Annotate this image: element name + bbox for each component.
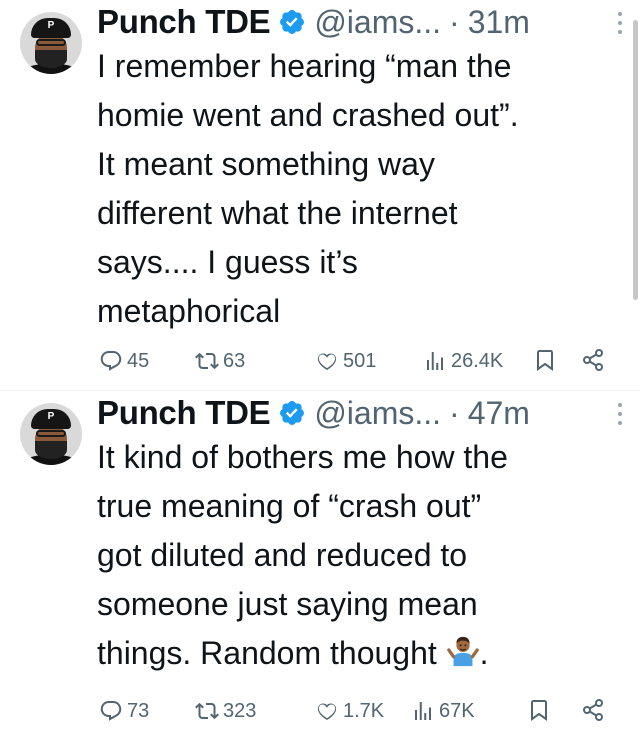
timestamp[interactable]: 31m bbox=[468, 4, 530, 41]
like-icon bbox=[317, 353, 337, 370]
avatar-glasses bbox=[36, 430, 66, 437]
like-button[interactable]: 1.7K bbox=[315, 696, 384, 726]
views-count: 67K bbox=[439, 699, 475, 722]
reply-button[interactable]: 45 bbox=[99, 346, 149, 376]
tweet-actions: 73 323 1.7K 67K bbox=[97, 696, 617, 726]
avatar-beard bbox=[35, 441, 67, 459]
author-handle[interactable]: @iams... bbox=[314, 4, 441, 41]
reply-count: 45 bbox=[127, 349, 150, 372]
reply-button[interactable]: 73 bbox=[99, 696, 149, 726]
tweet-card[interactable]: P Punch TDE @iams... · 47m It kind of bo… bbox=[0, 391, 640, 739]
repost-count: 63 bbox=[223, 349, 246, 372]
more-options-icon[interactable] bbox=[616, 403, 624, 429]
avatar-cap-letter: P bbox=[47, 20, 55, 31]
tweet-actions: 45 63 501 26.4K bbox=[97, 346, 617, 376]
like-count: 1.7K bbox=[343, 699, 385, 722]
avatar-cap: P bbox=[31, 18, 71, 38]
reply-icon bbox=[100, 351, 122, 371]
reply-count: 73 bbox=[127, 699, 150, 722]
scrollbar[interactable] bbox=[633, 20, 638, 300]
separator-dot: · bbox=[449, 3, 460, 40]
views-icon bbox=[415, 702, 431, 720]
author-name[interactable]: Punch TDE bbox=[97, 394, 271, 432]
tweet-header: Punch TDE @iams... · 31m bbox=[97, 2, 530, 42]
like-icon bbox=[317, 703, 337, 720]
bookmark-icon[interactable] bbox=[533, 348, 557, 372]
separator-dot: · bbox=[449, 394, 460, 431]
tweet-text-end: . bbox=[479, 635, 489, 671]
share-icon[interactable] bbox=[581, 698, 605, 722]
views-count: 26.4K bbox=[451, 349, 504, 372]
views-icon bbox=[427, 352, 443, 370]
verified-badge-icon bbox=[280, 401, 305, 425]
avatar[interactable]: P bbox=[20, 403, 82, 465]
repost-button[interactable]: 63 bbox=[195, 346, 245, 376]
repost-icon bbox=[195, 352, 219, 370]
avatar[interactable]: P bbox=[20, 12, 82, 74]
tweet-text: I remember hearing “man the homie went a… bbox=[97, 48, 519, 329]
more-options-icon[interactable] bbox=[616, 12, 624, 38]
avatar-cap: P bbox=[31, 409, 71, 429]
share-icon[interactable] bbox=[581, 348, 605, 372]
avatar-cap-letter: P bbox=[47, 411, 55, 422]
repost-icon bbox=[195, 702, 219, 720]
avatar-glasses bbox=[36, 39, 66, 46]
tweet-header: Punch TDE @iams... · 47m bbox=[97, 393, 530, 433]
tweet-text: It kind of bothers me how the true meani… bbox=[97, 433, 617, 678]
views-button[interactable]: 26.4K bbox=[423, 346, 503, 376]
repost-count: 323 bbox=[223, 699, 257, 722]
timestamp[interactable]: 47m bbox=[468, 395, 530, 432]
verified-badge-icon bbox=[280, 10, 305, 34]
views-button[interactable]: 67K bbox=[411, 696, 475, 726]
like-button[interactable]: 501 bbox=[315, 346, 376, 376]
bookmark-icon[interactable] bbox=[527, 698, 551, 722]
author-name[interactable]: Punch TDE bbox=[97, 3, 271, 41]
reply-icon bbox=[100, 701, 122, 721]
tweet-card[interactable]: P Punch TDE @iams... · 31m I remember he… bbox=[0, 0, 640, 390]
avatar-beard bbox=[35, 50, 67, 68]
person-shrugging-icon bbox=[446, 636, 479, 667]
author-handle[interactable]: @iams... bbox=[314, 395, 441, 432]
repost-button[interactable]: 323 bbox=[195, 696, 256, 726]
like-count: 501 bbox=[343, 349, 377, 372]
